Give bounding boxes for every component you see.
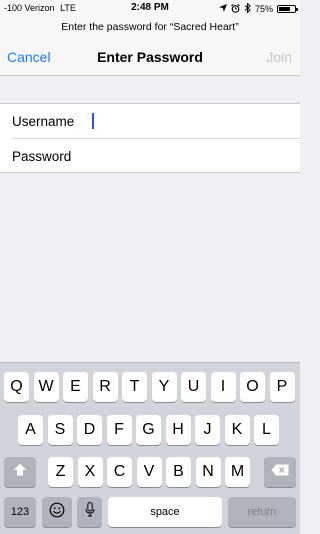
username-field[interactable]: [92, 110, 292, 132]
return-key[interactable]: return: [228, 497, 296, 527]
location-arrow-icon: [218, 4, 227, 14]
key-t[interactable]: T: [122, 372, 147, 402]
backspace-key[interactable]: [264, 457, 296, 487]
key-c[interactable]: C: [107, 457, 132, 487]
status-bar: -100 Verizon LTE 2:48 PM 75%: [0, 0, 300, 17]
keyboard: QWERTYUIOP ASDFGHJKL ZXCVBNM 123 space r…: [0, 362, 300, 534]
shift-icon: [13, 463, 27, 481]
key-h[interactable]: H: [165, 415, 191, 445]
username-label: Username: [12, 114, 75, 129]
key-j[interactable]: J: [195, 415, 220, 445]
join-button[interactable]: Join: [266, 49, 292, 65]
key-i[interactable]: I: [210, 372, 236, 402]
bluetooth-icon: [244, 2, 251, 15]
emoji-key[interactable]: [42, 497, 72, 527]
microphone-icon: [85, 502, 95, 522]
password-row[interactable]: Password: [0, 139, 300, 174]
shift-key[interactable]: [4, 457, 36, 487]
key-k[interactable]: K: [224, 415, 250, 445]
key-z[interactable]: Z: [48, 457, 73, 487]
key-p[interactable]: P: [269, 372, 295, 402]
dictation-key[interactable]: [77, 497, 102, 527]
battery-level: [279, 7, 291, 11]
status-icons: 75%: [218, 2, 298, 15]
backspace-icon: [271, 463, 289, 481]
numbers-key[interactable]: 123: [4, 497, 36, 527]
space-key[interactable]: space: [108, 497, 222, 527]
battery-percent: 75%: [254, 4, 273, 14]
key-m[interactable]: M: [225, 457, 250, 487]
key-e[interactable]: E: [63, 372, 88, 402]
key-b[interactable]: B: [166, 457, 191, 487]
password-label: Password: [12, 149, 72, 164]
key-a[interactable]: A: [18, 415, 43, 445]
key-v[interactable]: V: [136, 457, 162, 487]
network-prompt: Enter the password for “Sacred Heart”: [61, 21, 239, 33]
emoji-icon: [49, 502, 65, 523]
key-l[interactable]: L: [254, 415, 279, 445]
key-g[interactable]: G: [136, 415, 161, 445]
credentials-form: Username Password: [0, 103, 300, 173]
key-x[interactable]: X: [77, 457, 103, 487]
battery-icon: [277, 5, 298, 13]
key-u[interactable]: U: [181, 372, 206, 402]
key-y[interactable]: Y: [151, 372, 177, 402]
key-w[interactable]: W: [33, 372, 59, 402]
page-title: Enter Password: [97, 49, 203, 65]
navigation-bar: Cancel Enter Password Join: [0, 44, 300, 72]
key-o[interactable]: O: [240, 372, 265, 402]
key-d[interactable]: D: [77, 415, 102, 445]
key-f[interactable]: F: [106, 415, 132, 445]
key-r[interactable]: R: [92, 372, 118, 402]
alarm-icon: [231, 3, 240, 15]
username-row[interactable]: Username: [0, 104, 300, 139]
header: -100 Verizon LTE 2:48 PM 75% Enter the p…: [0, 0, 300, 76]
key-n[interactable]: N: [195, 457, 221, 487]
password-field[interactable]: [92, 145, 292, 167]
key-s[interactable]: S: [47, 415, 73, 445]
key-q[interactable]: Q: [4, 372, 29, 402]
text-cursor: [92, 113, 94, 129]
